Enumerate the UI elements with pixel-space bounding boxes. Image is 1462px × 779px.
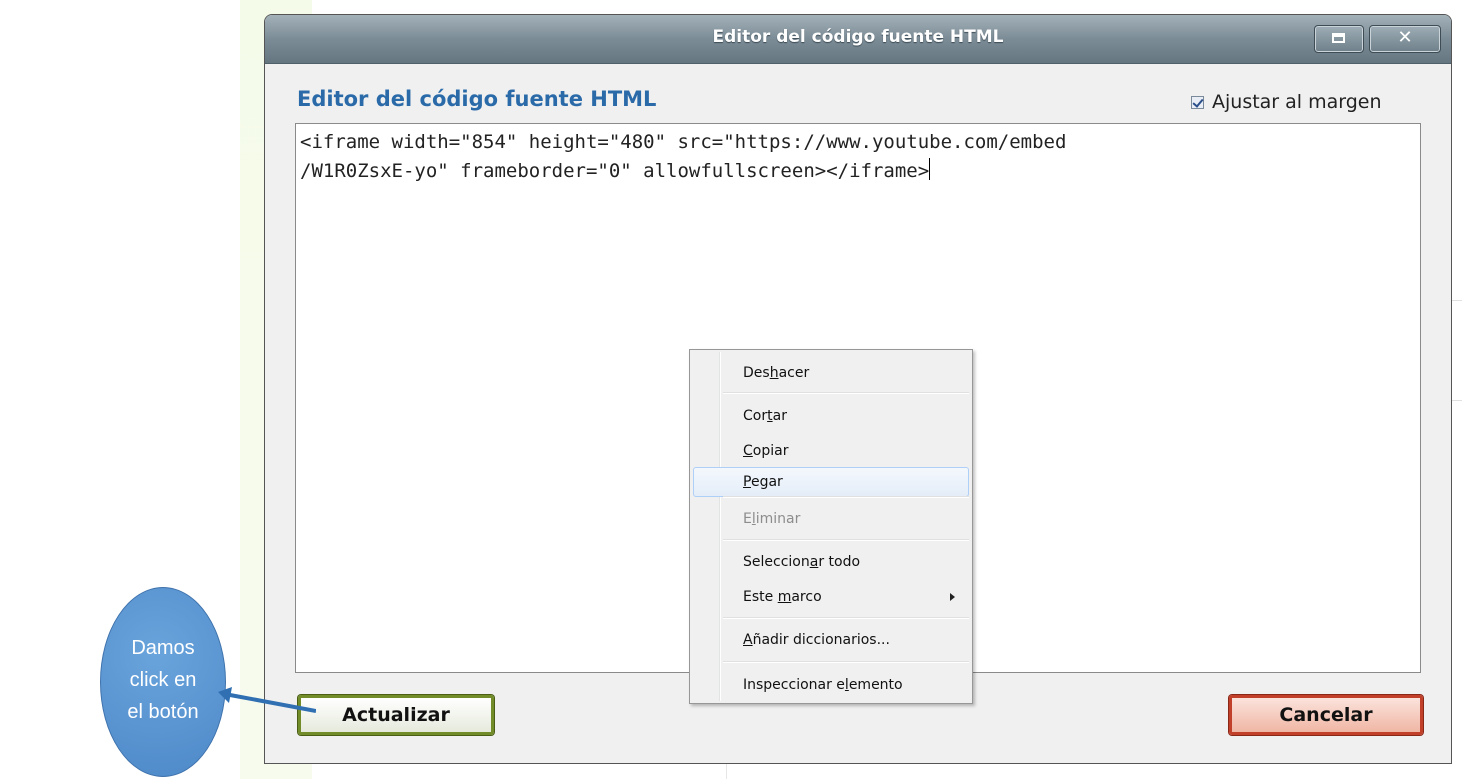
close-icon: ✕ [1397, 27, 1413, 48]
menu-item-this-frame[interactable]: Este marco [693, 582, 969, 612]
menu-item-undo[interactable]: Deshacer [693, 358, 969, 388]
annotation-line: click en [129, 669, 197, 691]
update-button[interactable]: Actualizar [298, 695, 494, 735]
menu-item-copy[interactable]: Copiar [693, 436, 969, 466]
editor-heading: Editor del código fuente HTML [297, 87, 657, 111]
arrow-line [229, 693, 316, 713]
annotation-callout: Damos click en el botón [100, 587, 226, 777]
annotation-line: el botón [127, 701, 199, 723]
wrap-option[interactable]: Ajustar al margen [1191, 91, 1382, 113]
annotation-arrow [218, 687, 316, 713]
menu-item-add-dictionaries[interactable]: Añadir diccionarios... [693, 625, 969, 655]
code-content[interactable]: <iframe width="854" height="480" src="ht… [300, 128, 1416, 186]
context-menu: Deshacer Cortar Copiar Pegar Eliminar Selecci… [689, 349, 973, 704]
submenu-arrow-icon [950, 593, 955, 601]
text-caret [929, 158, 931, 180]
code-line-1: <iframe width="854" height="480" src="ht… [300, 131, 1067, 153]
menu-item-delete: Eliminar [743, 511, 801, 527]
arrow-head [218, 687, 232, 703]
wrap-option-label[interactable]: Ajustar al margen [1212, 91, 1382, 113]
maximize-button[interactable] [1314, 25, 1364, 53]
menu-item-cut[interactable]: Cortar [693, 401, 969, 431]
menu-separator [723, 661, 969, 663]
menu-item-paste[interactable]: Pegar [693, 467, 969, 497]
menu-item-select-all[interactable]: Seleccionar todo [693, 547, 969, 577]
cancel-button[interactable]: Cancelar [1229, 695, 1423, 735]
menu-item-inspect-element[interactable]: Inspeccionar elemento [693, 670, 969, 700]
menu-separator [723, 496, 969, 498]
close-button[interactable]: ✕ [1369, 25, 1441, 53]
annotation-text: Damos click en el botón [108, 632, 218, 728]
code-line-2: /W1R0ZsxE-yo" frameborder="0" allowfulls… [300, 160, 930, 182]
annotation-line: Damos [131, 637, 195, 659]
menu-separator [723, 617, 969, 619]
dialog-titlebar[interactable]: Editor del código fuente HTML ✕ [265, 15, 1451, 64]
wrap-checkbox[interactable] [1191, 95, 1204, 109]
menu-separator [723, 392, 969, 394]
dialog-title: Editor del código fuente HTML [712, 27, 1004, 47]
menu-separator [723, 539, 969, 541]
maximize-icon [1332, 33, 1345, 43]
